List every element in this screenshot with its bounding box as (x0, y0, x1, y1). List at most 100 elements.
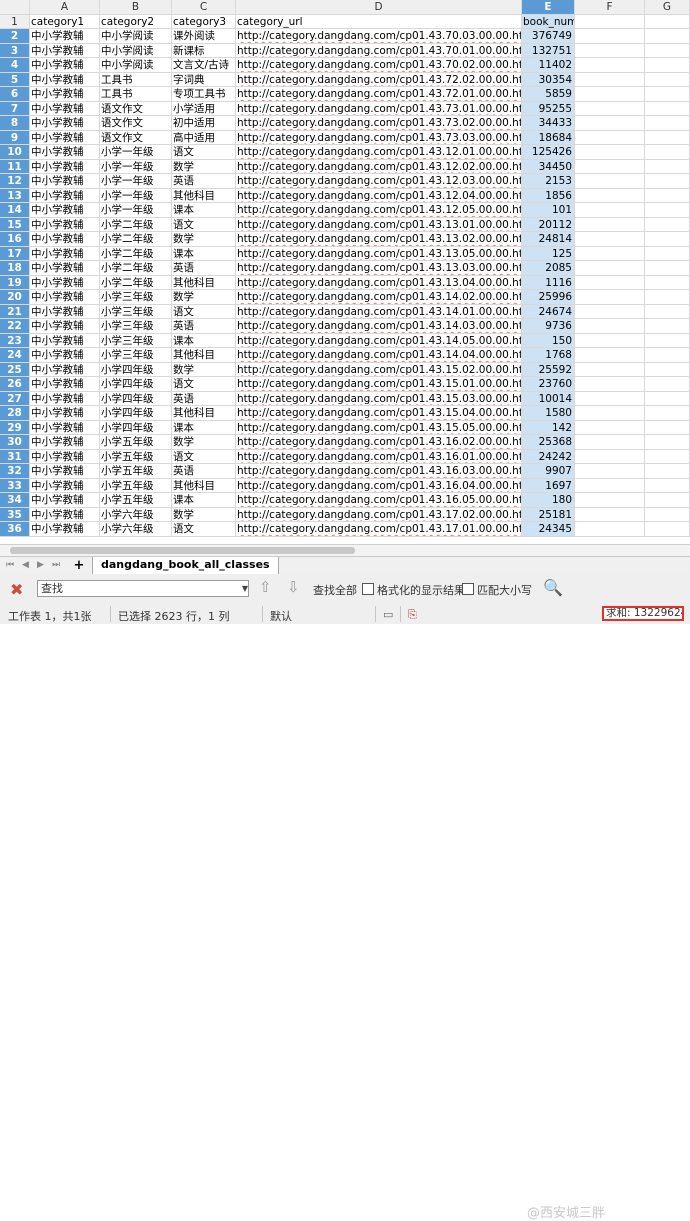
column-header-e[interactable]: E (522, 0, 575, 15)
cell-g[interactable] (645, 304, 690, 319)
find-next-icon[interactable]: ⇩ (287, 578, 300, 596)
cell-d[interactable]: http://category.dangdang.com/cp01.43.72.… (236, 72, 522, 87)
cell-b[interactable]: 小学二年级 (100, 275, 172, 290)
cell-f[interactable] (575, 464, 645, 479)
cell-g[interactable] (645, 130, 690, 145)
cell-f[interactable] (575, 275, 645, 290)
cell-e[interactable]: 150 (522, 333, 575, 348)
cell-c[interactable]: 数学 (172, 362, 236, 377)
cell-c[interactable]: 数学 (172, 435, 236, 450)
column-header-b[interactable]: B (100, 0, 172, 15)
cell-f[interactable] (575, 145, 645, 160)
row-number[interactable]: 18 (0, 261, 30, 276)
cell-a[interactable]: 中小学教辅 (30, 464, 100, 479)
cell-f[interactable] (575, 377, 645, 392)
cell-b[interactable]: 小学一年级 (100, 188, 172, 203)
cell-a[interactable]: 中小学教辅 (30, 522, 100, 537)
cell-b[interactable]: 小学三年级 (100, 304, 172, 319)
cell-e[interactable]: 1580 (522, 406, 575, 421)
cell-e[interactable]: 25996 (522, 290, 575, 305)
cell-b[interactable]: 小学四年级 (100, 377, 172, 392)
cell-f[interactable] (575, 217, 645, 232)
cell-d[interactable]: http://category.dangdang.com/cp01.43.12.… (236, 174, 522, 189)
cell-b[interactable]: 小学四年级 (100, 362, 172, 377)
cell-e[interactable]: 24345 (522, 522, 575, 537)
cell-a[interactable]: 中小学教辅 (30, 217, 100, 232)
cell-c[interactable]: 其他科目 (172, 188, 236, 203)
cell-f[interactable] (575, 333, 645, 348)
cell-e[interactable]: 11402 (522, 58, 575, 73)
cell-e[interactable]: 101 (522, 203, 575, 218)
cell-e[interactable]: 132751 (522, 43, 575, 58)
cell-a[interactable]: 中小学教辅 (30, 43, 100, 58)
cell-e[interactable]: 9736 (522, 319, 575, 334)
cell-c[interactable]: 课本 (172, 493, 236, 508)
cell-b[interactable]: 小学二年级 (100, 217, 172, 232)
row-number[interactable]: 30 (0, 435, 30, 450)
cell-e[interactable]: 30354 (522, 72, 575, 87)
cell-g[interactable] (645, 159, 690, 174)
cell-e[interactable]: 25592 (522, 362, 575, 377)
find-replace-icon[interactable]: 🔍 (543, 578, 563, 598)
cell-g[interactable] (645, 232, 690, 247)
cell-d[interactable]: http://category.dangdang.com/cp01.43.13.… (236, 232, 522, 247)
search-input[interactable]: 查找 (37, 580, 249, 597)
cell-b[interactable]: 小学四年级 (100, 420, 172, 435)
cell-g[interactable] (645, 435, 690, 450)
cell-a[interactable]: 中小学教辅 (30, 232, 100, 247)
cell-d[interactable]: http://category.dangdang.com/cp01.43.15.… (236, 362, 522, 377)
row-number[interactable]: 23 (0, 333, 30, 348)
row-number[interactable]: 35 (0, 507, 30, 522)
cell-a[interactable]: 中小学教辅 (30, 58, 100, 73)
cell-c[interactable]: 专项工具书 (172, 87, 236, 102)
cell-g[interactable] (645, 203, 690, 218)
cell-e[interactable]: 1768 (522, 348, 575, 363)
cell-b[interactable]: 工具书 (100, 72, 172, 87)
cell-c[interactable]: 字词典 (172, 72, 236, 87)
checkbox-box[interactable] (362, 583, 374, 595)
column-header-f[interactable]: F (575, 0, 645, 15)
cell-f[interactable] (575, 72, 645, 87)
column-header-a[interactable]: A (30, 0, 100, 15)
cell-a[interactable]: 中小学教辅 (30, 507, 100, 522)
cell-d[interactable]: http://category.dangdang.com/cp01.43.16.… (236, 435, 522, 450)
cell-b[interactable]: 小学三年级 (100, 319, 172, 334)
cell-g[interactable] (645, 464, 690, 479)
row-number[interactable]: 20 (0, 290, 30, 305)
cell-b[interactable]: 小学一年级 (100, 159, 172, 174)
row-number[interactable]: 13 (0, 188, 30, 203)
cell-e[interactable]: 34450 (522, 159, 575, 174)
cell-f[interactable] (575, 261, 645, 276)
cell-e[interactable]: 376749 (522, 29, 575, 44)
last-sheet-icon[interactable]: ⏭ (52, 560, 60, 570)
cell-a[interactable]: 中小学教辅 (30, 130, 100, 145)
cell-b[interactable]: 小学一年级 (100, 203, 172, 218)
cell-g[interactable] (645, 522, 690, 537)
cell-e[interactable]: 24242 (522, 449, 575, 464)
cell-g[interactable] (645, 493, 690, 508)
cell-b[interactable]: 小学四年级 (100, 406, 172, 421)
cell-a[interactable]: 中小学教辅 (30, 420, 100, 435)
cell-g[interactable] (645, 362, 690, 377)
cell-a[interactable]: 中小学教辅 (30, 101, 100, 116)
cell-e[interactable]: 20112 (522, 217, 575, 232)
spreadsheet-grid[interactable]: A B C D E F G 1 category1 category2 cate… (0, 0, 690, 544)
cell-f[interactable] (575, 116, 645, 131)
first-sheet-icon[interactable]: ⏮ (6, 560, 14, 570)
column-header-c[interactable]: C (172, 0, 236, 15)
row-number[interactable]: 29 (0, 420, 30, 435)
row-number[interactable]: 15 (0, 217, 30, 232)
cell-b[interactable]: 小学二年级 (100, 246, 172, 261)
row-number[interactable]: 4 (0, 58, 30, 73)
row-number[interactable]: 36 (0, 522, 30, 537)
cell-b[interactable]: 中小学阅读 (100, 29, 172, 44)
cell-a[interactable]: 中小学教辅 (30, 333, 100, 348)
cell-e[interactable]: 5859 (522, 87, 575, 102)
row-number[interactable]: 9 (0, 130, 30, 145)
cell-g[interactable] (645, 406, 690, 421)
page-style-status[interactable]: 默认 (270, 608, 292, 624)
sum-status[interactable]: 求和: 13229624 (602, 606, 684, 621)
row-number[interactable]: 32 (0, 464, 30, 479)
cell-a[interactable]: 中小学教辅 (30, 203, 100, 218)
cell-f[interactable] (575, 348, 645, 363)
